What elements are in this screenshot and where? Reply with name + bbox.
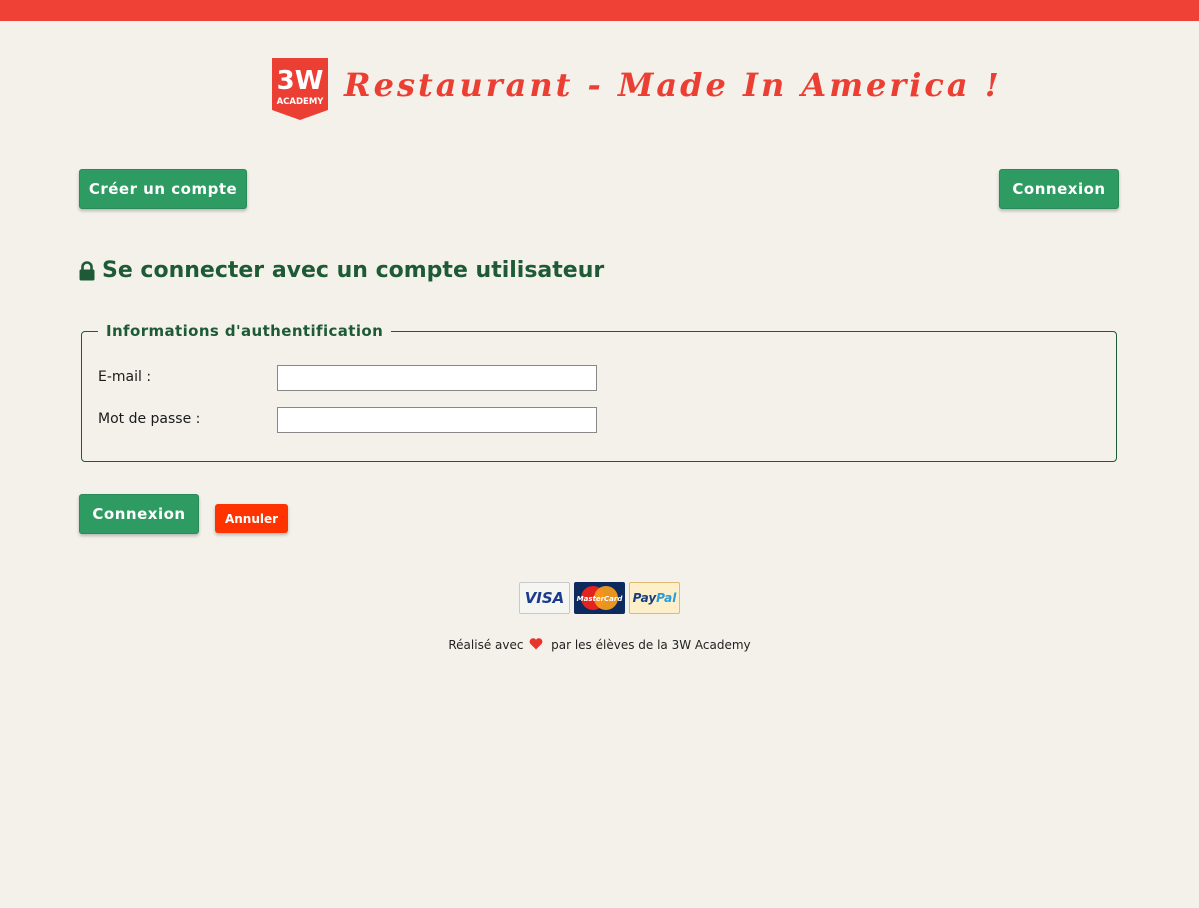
cancel-button[interactable]: Annuler: [215, 504, 288, 533]
page-title-text: Se connecter avec un compte utilisateur: [102, 258, 605, 283]
paypal-logo: Pay Pal: [629, 582, 680, 614]
visa-logo: VISA: [519, 582, 570, 614]
footer-by-students: par les élèves de la 3W Academy: [551, 638, 751, 652]
create-account-button[interactable]: Créer un compte: [79, 169, 247, 209]
mastercard-text: MasterCard: [577, 595, 624, 603]
auth-fieldset: Informations d'authentification: [81, 322, 1117, 462]
mastercard-icon: MasterCard: [577, 586, 624, 610]
logo-text-top: 3W: [277, 66, 324, 96]
password-label: Mot de passe :: [98, 411, 201, 427]
top-accent-bar: [0, 0, 1199, 21]
paypal-text-pay: Pay: [632, 591, 657, 605]
paypal-text-pal: Pal: [656, 591, 677, 605]
footer-credits: Réalisé avec par les élèves de la 3W Aca…: [0, 638, 1199, 652]
visa-text: VISA: [524, 589, 565, 607]
password-field[interactable]: [277, 407, 597, 433]
payment-methods: VISA MasterCard Pay Pal: [519, 582, 680, 614]
logo-text-bottom: ACADEMY: [277, 97, 325, 107]
login-nav-button[interactable]: Connexion: [999, 169, 1119, 209]
heart-icon: [529, 638, 543, 650]
email-label: E-mail :: [98, 369, 152, 385]
auth-fieldset-legend: Informations d'authentification: [106, 322, 384, 340]
academy-logo[interactable]: 3W ACADEMY: [272, 58, 328, 120]
email-field[interactable]: [277, 365, 597, 391]
footer-made-with: Réalisé avec: [448, 638, 524, 652]
lock-icon: [79, 260, 95, 280]
login-submit-button[interactable]: Connexion: [79, 494, 199, 534]
mastercard-logo: MasterCard: [574, 582, 625, 614]
site-title: Restaurant - Made In America !: [344, 66, 1002, 104]
page-title: Se connecter avec un compte utilisateur: [79, 258, 604, 283]
